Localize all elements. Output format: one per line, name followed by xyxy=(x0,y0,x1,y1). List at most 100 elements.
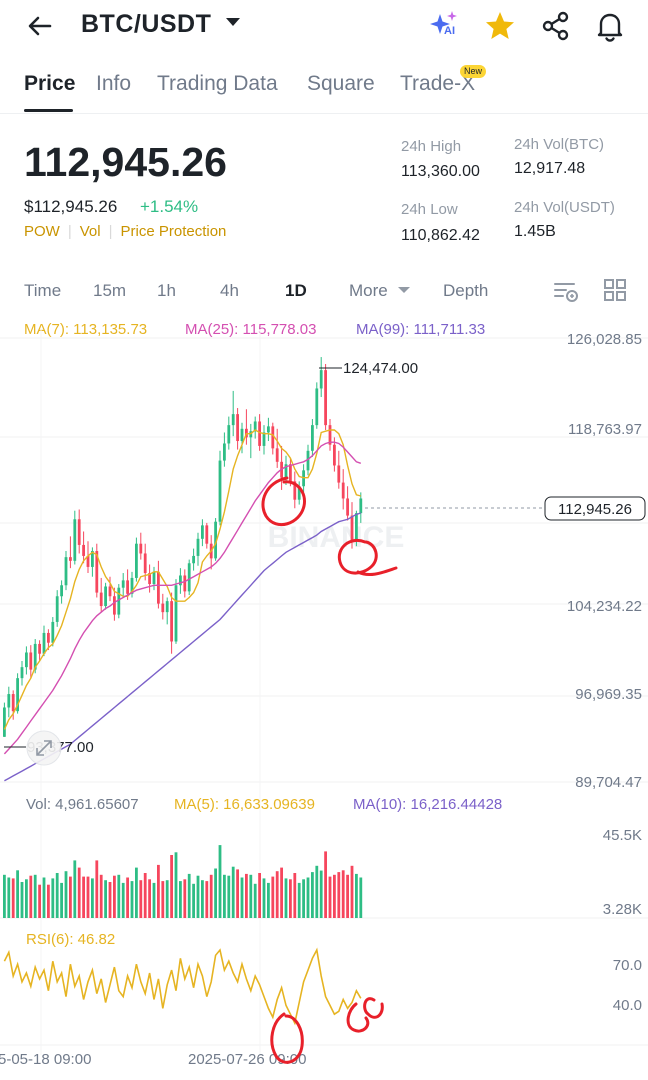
candle-body xyxy=(113,596,116,615)
volume-bar xyxy=(86,876,90,918)
rsi-axis-tick: 40.0 xyxy=(613,997,642,1014)
volume-bar xyxy=(77,867,81,918)
candle-body xyxy=(38,643,41,654)
volume-bar xyxy=(280,867,283,918)
volume-bar xyxy=(240,877,244,918)
candle-body xyxy=(170,601,173,642)
tf-1h[interactable]: 1h xyxy=(157,280,176,302)
candle-body xyxy=(350,515,354,542)
volume-bar xyxy=(306,877,310,918)
back-arrow-icon[interactable] xyxy=(24,10,56,42)
volume-bar xyxy=(135,867,138,918)
candle-body xyxy=(60,585,63,597)
candle-body xyxy=(55,596,59,622)
volume-bar xyxy=(174,852,178,918)
candle-body xyxy=(289,464,292,482)
tab-price[interactable]: Price xyxy=(24,70,75,98)
volume-bar xyxy=(359,877,363,918)
volume-bar xyxy=(236,869,239,918)
volume-bar xyxy=(121,882,125,918)
tag-vol[interactable]: Vol xyxy=(80,223,101,240)
volume-bar xyxy=(297,882,301,918)
tag-separator: | xyxy=(67,223,72,240)
price-axis-tick: 126,028.85 xyxy=(567,331,642,348)
tf-depth[interactable]: Depth xyxy=(443,280,488,302)
price-chart[interactable]: BINANCE 124,474.00 93,377.00 126,028.85 … xyxy=(0,310,648,1080)
tag-price-protection[interactable]: Price Protection xyxy=(121,223,227,240)
tag-pow[interactable]: POW xyxy=(24,223,60,240)
volume-bar xyxy=(16,870,19,918)
vol-usdt-value: 1.45B xyxy=(514,223,556,240)
volume-bar xyxy=(346,874,349,918)
layout-grid-icon[interactable] xyxy=(602,277,628,303)
vol-btc-value: 12,917.48 xyxy=(514,160,586,177)
price-axis-tick: 96,969.35 xyxy=(575,686,642,703)
volume-bar xyxy=(11,878,15,918)
hand-drawn-annotations xyxy=(261,476,398,1064)
current-price-tag[interactable]: 112,945.26 xyxy=(544,496,646,521)
volume-bar xyxy=(73,860,77,918)
candle-body xyxy=(187,563,191,592)
tf-4h[interactable]: 4h xyxy=(220,280,239,302)
volume-bar xyxy=(139,880,143,918)
volume-bars xyxy=(3,845,363,918)
volume-bar xyxy=(117,874,121,918)
pair-selector[interactable]: BTC/USDT xyxy=(81,6,211,42)
volume-bar xyxy=(104,880,107,918)
tab-info[interactable]: Info xyxy=(96,70,131,98)
volume-bar xyxy=(7,877,11,918)
volume-bar xyxy=(201,880,204,918)
volume-bar xyxy=(231,866,235,918)
candle-body xyxy=(25,652,28,668)
vol-usdt-label: 24h Vol(USDT) xyxy=(514,199,615,216)
volume-bar xyxy=(262,878,266,918)
candle-body xyxy=(42,632,46,654)
candle-body xyxy=(135,543,138,578)
candle-body xyxy=(267,426,270,433)
volume-bar xyxy=(319,870,323,918)
bell-icon[interactable] xyxy=(592,8,628,44)
candle-body xyxy=(7,694,11,708)
candle-body xyxy=(157,571,160,604)
tf-time[interactable]: Time xyxy=(24,280,61,302)
price-axis-tick: 118,763.97 xyxy=(568,421,642,438)
expand-button[interactable] xyxy=(26,730,62,766)
volume-bar xyxy=(99,874,103,918)
price-change: +1.54% xyxy=(140,197,199,216)
chevron-down-icon[interactable] xyxy=(226,18,240,26)
candle-body xyxy=(355,513,358,542)
volume-bar xyxy=(179,881,182,918)
candle-body xyxy=(315,388,319,426)
volume-bar xyxy=(293,873,297,918)
share-icon[interactable] xyxy=(538,8,574,44)
tf-more[interactable]: More xyxy=(349,280,388,302)
volume-bar xyxy=(29,875,33,918)
tf-15m[interactable]: 15m xyxy=(93,280,126,302)
tag-separator: | xyxy=(108,223,113,240)
high-label: 24h High xyxy=(401,138,462,155)
ai-sparkle-icon[interactable]: AI xyxy=(426,8,462,44)
candle-body xyxy=(139,543,143,554)
ai-label: AI xyxy=(444,25,455,37)
indicator-settings-icon[interactable] xyxy=(552,277,580,305)
high-value: 113,360.00 xyxy=(401,163,480,180)
volume-bar xyxy=(161,881,165,918)
candle-body xyxy=(201,525,204,539)
candle-body xyxy=(29,652,33,670)
volume-bar xyxy=(271,876,275,918)
active-tab-indicator xyxy=(24,109,73,112)
volume-bar xyxy=(275,871,279,918)
volume-bar xyxy=(324,851,327,918)
more-chevron-icon[interactable] xyxy=(398,287,410,293)
candle-body xyxy=(20,667,24,679)
star-icon[interactable] xyxy=(482,8,518,44)
tab-square[interactable]: Square xyxy=(307,70,375,98)
tf-1d[interactable]: 1D xyxy=(285,280,307,302)
rsi-legend: RSI(6): 46.82 xyxy=(26,931,115,948)
candle-body xyxy=(341,482,345,499)
volume-bar xyxy=(267,882,270,918)
volume-bar xyxy=(69,876,72,918)
tab-trading-data[interactable]: Trading Data xyxy=(157,70,278,98)
volume-bar xyxy=(192,883,195,918)
candle-body xyxy=(227,425,231,444)
